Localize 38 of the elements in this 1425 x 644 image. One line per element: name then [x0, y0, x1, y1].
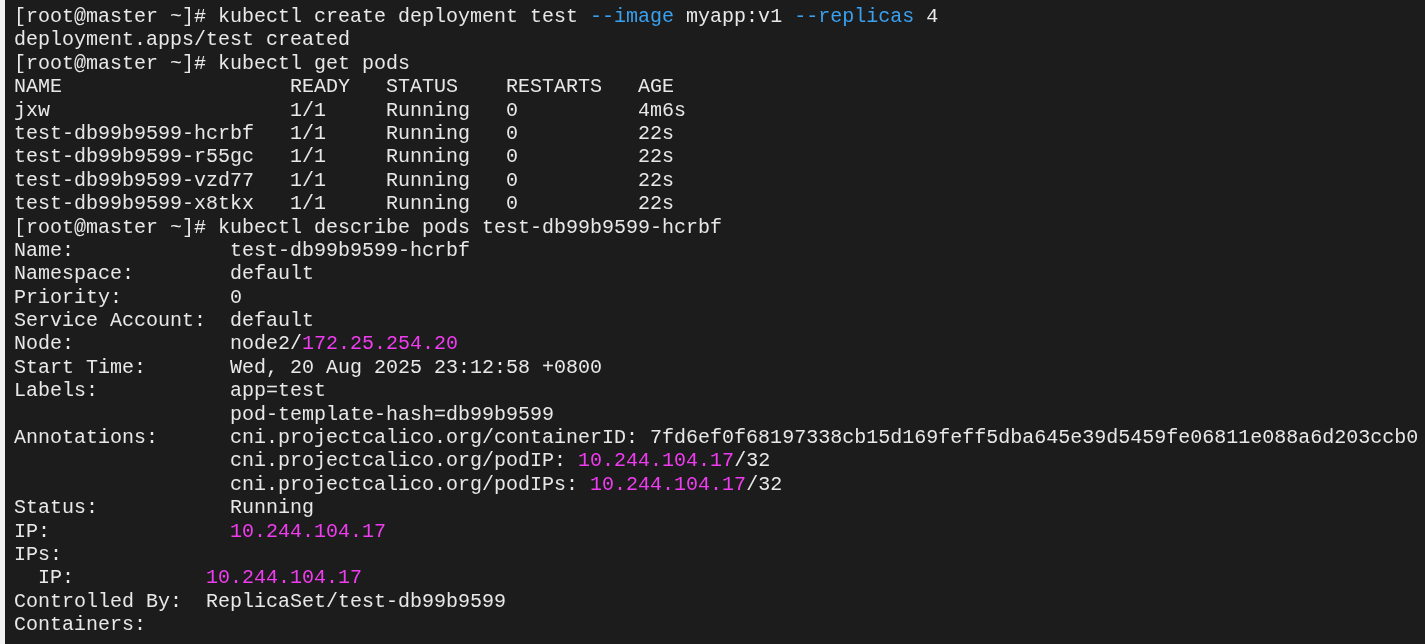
terminal-text: IP:: [14, 519, 51, 543]
ip-address: 10.244.104.17: [230, 519, 387, 543]
ip-address: 10.244.104.17: [590, 472, 747, 496]
terminal-text: [root@master ~]# kubectl get pods: [14, 51, 411, 75]
terminal-text: 4: [925, 5, 939, 28]
terminal-text: cni.projectcalico.org/podIPs:: [229, 472, 580, 496]
terminal-text: IPs:: [14, 543, 62, 566]
terminal-text: test-db99b9599-x8tkx 1/1 Running 0 22s: [14, 192, 675, 216]
terminal-text: Start Time: Wed, 20 Aug 2025 23:12:58 +0800: [14, 355, 603, 379]
terminal-text: Name: test-db99b9599-hcrbf: [14, 238, 471, 262]
ip-address: 172.25.254.20: [302, 332, 459, 356]
terminal-text: cni.projectcalico.org/podIP:: [229, 449, 568, 473]
terminal-text: jxw 1/1 Running 0 4m6s: [14, 98, 687, 122]
option-text: --replicas: [794, 5, 915, 28]
terminal-text: Annotations: cni.projectcalico.org/containerID: 7fd6ef0f68197338cb15d169feff5dba645e39d5459fe06811e088a6d203ccb0: [14, 426, 1419, 450]
terminal-text: Service Account: default: [14, 309, 315, 333]
terminal-text: Labels: app=test: [14, 379, 327, 403]
terminal-text: Priority: 0: [14, 285, 243, 309]
terminal-text: deployment.apps/test created: [14, 28, 351, 52]
terminal-text: test-db99b9599-vzd77 1/1 Running 0 22s: [14, 168, 675, 192]
terminal-text: pod-template-hash=db99b9599: [229, 402, 555, 426]
terminal-text: Status: Running: [14, 496, 315, 520]
terminal-text: [root@master ~]# kubectl create deployment test: [14, 5, 580, 28]
ip-address: 10.244.104.17: [206, 566, 363, 590]
terminal-text: test-db99b9599-r55gc 1/1 Running 0 22s: [14, 145, 675, 169]
terminal-text: IP:: [37, 566, 75, 590]
terminal-text: test-db99b9599-hcrbf 1/1 Running 0 22s: [14, 121, 675, 145]
terminal-text: Containers:: [14, 613, 147, 637]
terminal-text: /32: [746, 472, 783, 496]
terminal-text: Controlled By: ReplicaSet/test-db99b9599: [14, 589, 507, 613]
terminal-text: NAME READY STATUS RESTARTS AGE: [14, 75, 675, 99]
terminal-text: /32: [734, 449, 771, 473]
terminal-text: myapp:v1: [685, 5, 784, 28]
terminal-text: Node: node2/: [14, 332, 303, 356]
terminal-text: Namespace: default: [14, 262, 315, 286]
option-text: --image: [590, 5, 675, 28]
ip-address: 10.244.104.17: [578, 449, 735, 473]
terminal-text: [root@master ~]# kubectl describe pods test-db99b9599-hcrbf: [14, 215, 723, 239]
